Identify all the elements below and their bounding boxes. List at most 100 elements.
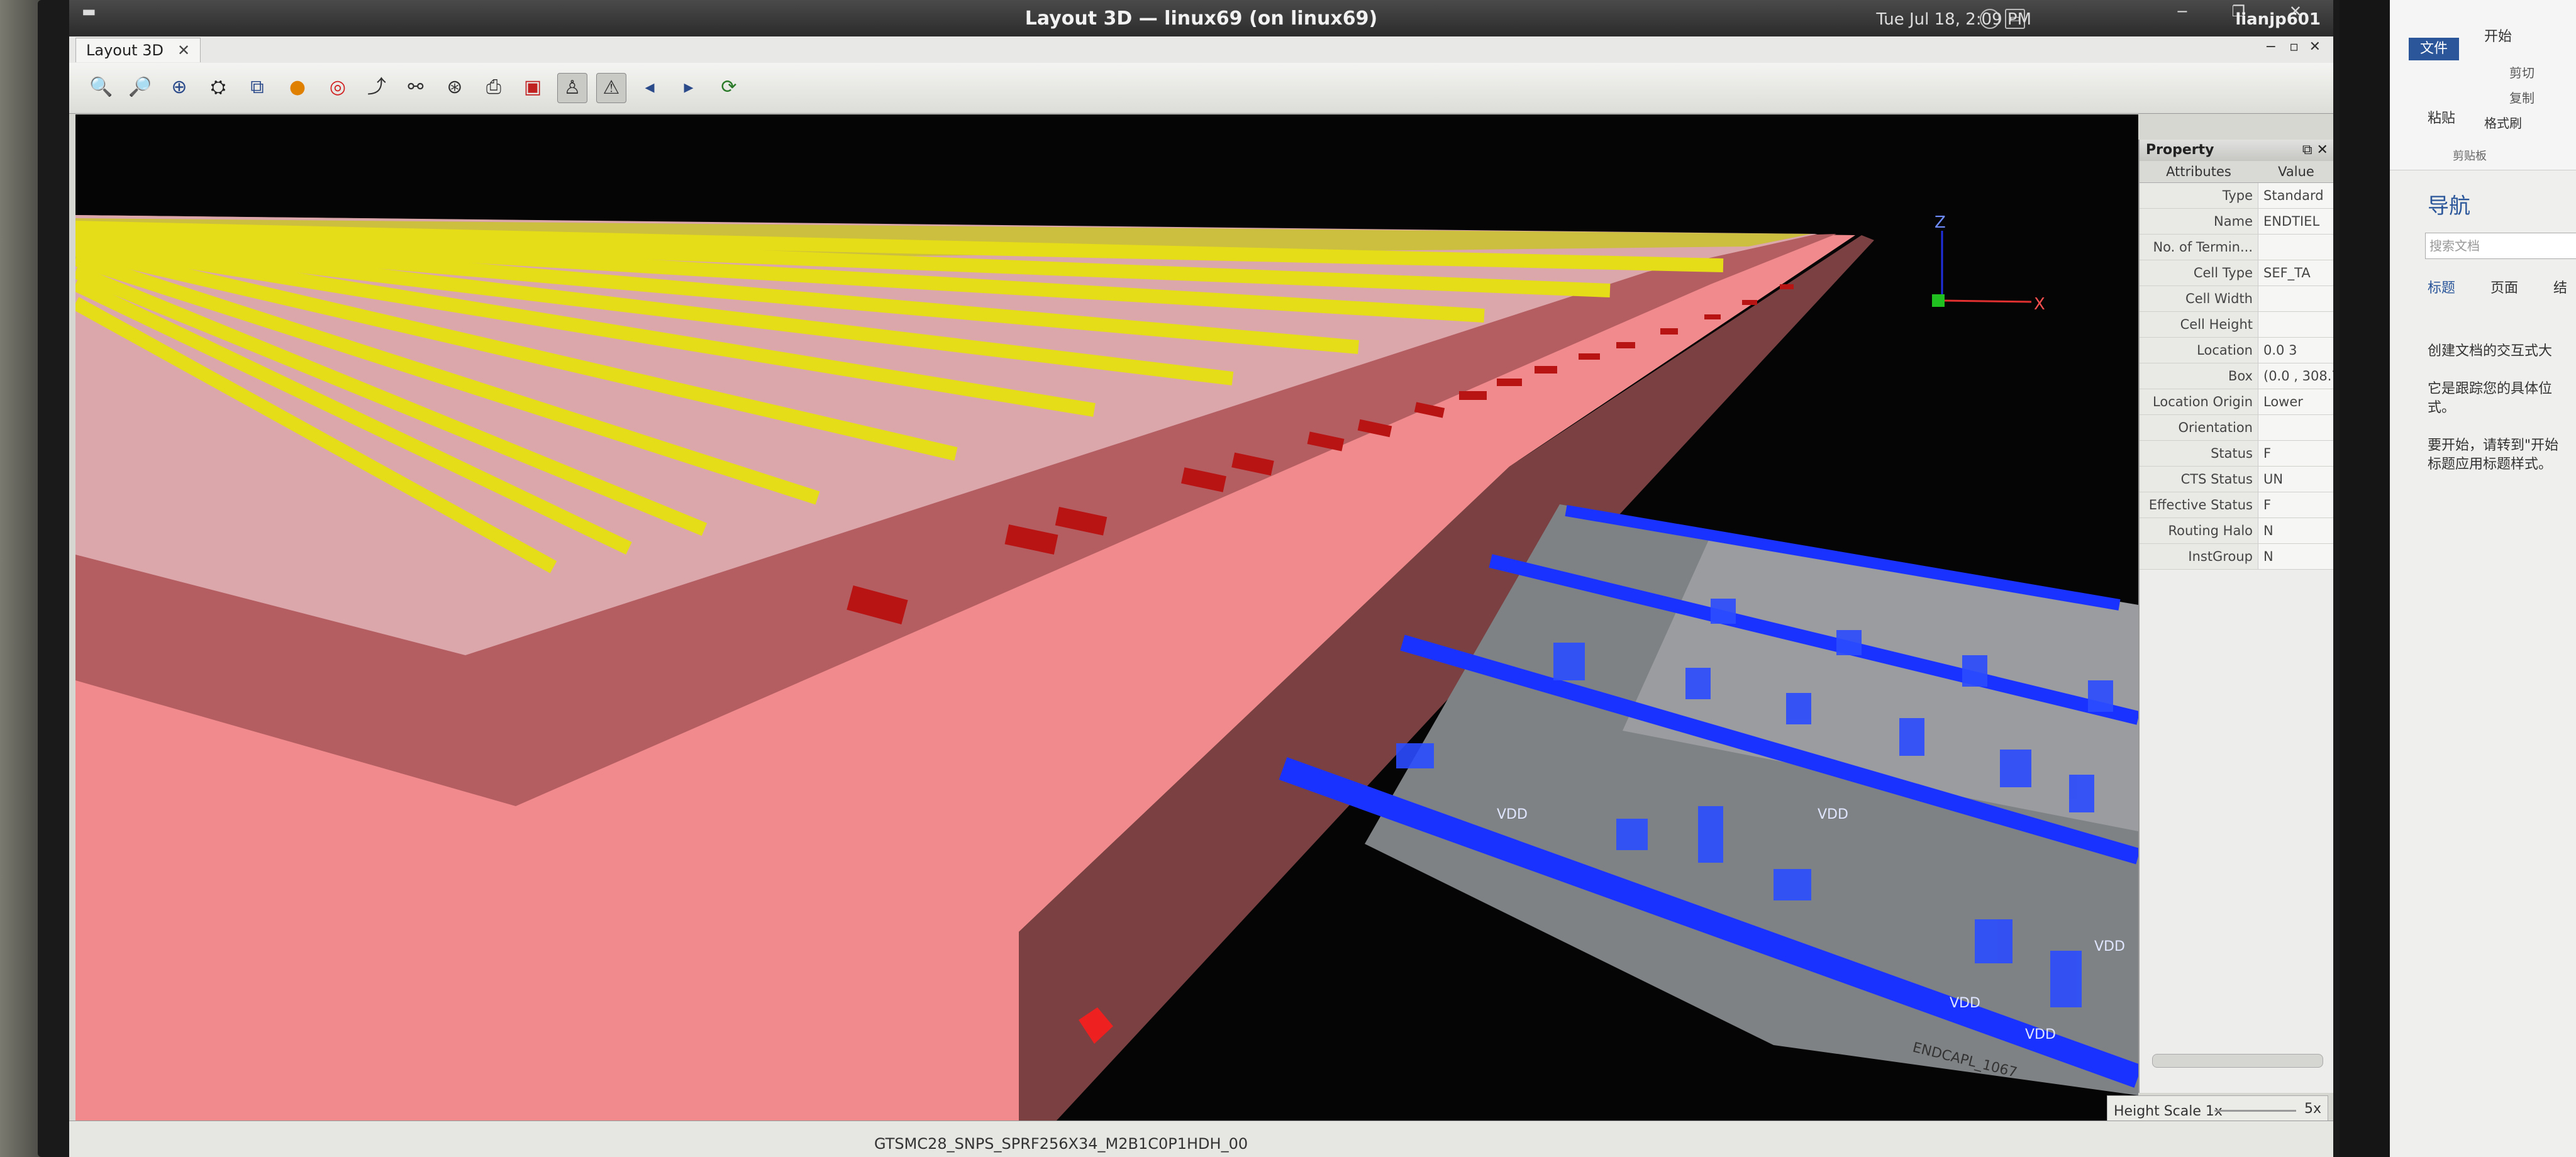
property-row[interactable]: Cell Type SEF_TA bbox=[2140, 260, 2333, 286]
col-attributes[interactable]: Attributes bbox=[2140, 161, 2258, 182]
blue-pin bbox=[2050, 951, 2082, 1007]
property-attr: InstGroup bbox=[2140, 544, 2258, 569]
minimize-icon[interactable]: − bbox=[2176, 3, 2189, 20]
property-row[interactable]: Location Origin Lower bbox=[2140, 389, 2333, 415]
property-attr: Type bbox=[2140, 183, 2258, 208]
property-row[interactable]: Effective Status F bbox=[2140, 492, 2333, 518]
height-scale-slider[interactable] bbox=[2214, 1110, 2296, 1112]
paste-button[interactable]: 粘贴 bbox=[2428, 107, 2455, 127]
layout-3d-viewport[interactable]: VDD VDD VDD VDD VDD ENDCAPL_1067 Z X bbox=[75, 114, 2138, 1121]
property-value: Lower bbox=[2258, 389, 2333, 414]
property-header: Property ⧉ ✕ bbox=[2140, 140, 2333, 161]
doc-line: 它是跟踪您的具体位 bbox=[2428, 381, 2553, 397]
property-value: ENDTIEL bbox=[2258, 209, 2333, 234]
property-row[interactable]: Cell Width bbox=[2140, 286, 2333, 312]
property-row[interactable]: Type Standard bbox=[2140, 183, 2333, 209]
probe-icon[interactable]: ⊛ bbox=[440, 73, 469, 102]
property-row[interactable]: Cell Height bbox=[2140, 312, 2333, 338]
vdd-label: VDD bbox=[2025, 1027, 2056, 1043]
red-cell bbox=[1780, 284, 1794, 289]
arrow-left-icon[interactable]: ◂ bbox=[635, 73, 664, 102]
property-attr: Cell Type bbox=[2140, 260, 2258, 285]
property-value: Standard bbox=[2258, 183, 2333, 208]
property-row[interactable]: InstGroup N bbox=[2140, 544, 2333, 570]
circle-icon[interactable]: ● bbox=[283, 73, 312, 102]
property-value bbox=[2258, 415, 2333, 440]
home-tab[interactable]: 开始 bbox=[2484, 25, 2512, 45]
format-painter-button[interactable]: 格式刷 bbox=[2484, 113, 2522, 131]
property-row[interactable]: Status F bbox=[2140, 441, 2333, 467]
tab-layout-3d[interactable]: Layout 3D ✕ bbox=[75, 38, 201, 62]
cut-button[interactable]: 剪切 bbox=[2509, 63, 2534, 81]
property-panel: Property ⧉ ✕ Attributes Value Type Standa… bbox=[2138, 140, 2333, 1093]
property-value: 0.0 3 bbox=[2258, 338, 2333, 363]
property-attr: Location Origin bbox=[2140, 389, 2258, 414]
red-cell bbox=[1742, 300, 1757, 305]
property-value: UN bbox=[2258, 467, 2333, 492]
search-document-input[interactable]: 搜索文档 bbox=[2425, 233, 2576, 259]
tab-close-icon[interactable]: ✕ bbox=[177, 42, 190, 59]
property-attr: Location bbox=[2140, 338, 2258, 363]
doc-line: 标题应用标题样式。 bbox=[2428, 457, 2553, 472]
col-value[interactable]: Value bbox=[2258, 161, 2333, 182]
person-icon[interactable]: ♙ bbox=[557, 73, 587, 103]
nav-tab-pages[interactable]: 页面 bbox=[2490, 277, 2518, 297]
property-row[interactable]: Location 0.0 3 bbox=[2140, 338, 2333, 363]
blue-pin bbox=[1786, 693, 1811, 724]
y-axis-box bbox=[1932, 294, 1945, 307]
red-cell bbox=[1704, 314, 1721, 319]
status-bar: GTSMC28_SNPS_SPRF256X34_M2B1C0P1HDH_00 bbox=[69, 1121, 2333, 1157]
print-icon[interactable]: ⎙ bbox=[479, 73, 508, 102]
vdd-label: VDD bbox=[1818, 807, 1848, 822]
property-row[interactable]: No. of Termin... bbox=[2140, 235, 2333, 260]
warning-icon[interactable]: ⚠ bbox=[596, 73, 626, 103]
refresh-icon[interactable]: ⟳ bbox=[714, 73, 743, 102]
panel-minimize-icon[interactable]: − bbox=[2265, 39, 2277, 55]
blue-pin bbox=[1711, 599, 1736, 624]
blue-pin bbox=[2069, 775, 2094, 812]
x-axis bbox=[1941, 299, 2032, 303]
red-cell bbox=[1535, 366, 1557, 374]
binoculars-icon[interactable]: ⛭ bbox=[204, 73, 233, 102]
image-icon[interactable]: ▣ bbox=[518, 73, 547, 102]
arrow-right-icon[interactable]: ▸ bbox=[674, 73, 703, 102]
route-icon[interactable]: ⤴ bbox=[362, 73, 391, 102]
zoom-in-icon[interactable]: 🔍 bbox=[87, 73, 116, 102]
target-icon[interactable]: ◎ bbox=[323, 73, 352, 102]
panel-close-icon[interactable]: ✕ bbox=[2309, 39, 2321, 55]
property-attr: Status bbox=[2140, 441, 2258, 466]
second-monitor: 文件 开始 剪切 复制 粘贴 格式刷 剪贴板 导航 搜索文档 标题 页面 结 创… bbox=[2390, 0, 2576, 1157]
property-row[interactable]: Routing Halo N bbox=[2140, 518, 2333, 544]
blue-pin bbox=[1899, 718, 1924, 756]
nav-tab-results[interactable]: 结 bbox=[2553, 277, 2567, 297]
property-scrollbar[interactable] bbox=[2152, 1054, 2323, 1068]
property-row[interactable]: Name ENDTIEL bbox=[2140, 209, 2333, 235]
height-scale-label: Height Scale 1x bbox=[2114, 1104, 2223, 1119]
property-value bbox=[2258, 286, 2333, 311]
doc-line: 要开始，请转到"开始 bbox=[2428, 438, 2559, 453]
zoom-out-icon[interactable]: 🔎 bbox=[126, 73, 155, 102]
red-cell bbox=[1616, 342, 1635, 348]
property-row[interactable]: Orientation bbox=[2140, 415, 2333, 441]
property-close-icon[interactable]: ⧉ ✕ bbox=[2302, 140, 2328, 161]
property-row[interactable]: Box(0.0 , 308.7) bbox=[2140, 363, 2333, 389]
red-cell bbox=[1497, 379, 1522, 386]
layers-icon[interactable]: ⚯ bbox=[401, 73, 430, 102]
vdd-label: VDD bbox=[2094, 939, 2125, 955]
red-cell bbox=[1660, 328, 1678, 335]
doc-line: 创建文档的交互式大 bbox=[2428, 343, 2553, 359]
nav-tab-headings[interactable]: 标题 bbox=[2428, 277, 2455, 297]
copy-button[interactable]: 复制 bbox=[2509, 88, 2534, 106]
property-value: F bbox=[2258, 441, 2333, 466]
zoom-select-icon[interactable]: ⧉ bbox=[243, 73, 272, 102]
property-value bbox=[2258, 312, 2333, 337]
zoom-fit-icon[interactable]: ⊕ bbox=[165, 73, 194, 102]
property-value: N bbox=[2258, 518, 2333, 543]
property-row[interactable]: CTS Status UN bbox=[2140, 467, 2333, 492]
panel-restore-icon[interactable]: ▫ bbox=[2289, 39, 2299, 55]
blue-pin bbox=[1616, 819, 1648, 850]
file-tab[interactable]: 文件 bbox=[2409, 38, 2459, 60]
blue-pin bbox=[1836, 630, 1862, 655]
word-ribbon: 文件 开始 剪切 复制 粘贴 格式刷 剪贴板 bbox=[2390, 0, 2576, 170]
title-bar: ▬ Layout 3D — linux69 (on linux69) i ▭ T… bbox=[69, 0, 2333, 36]
